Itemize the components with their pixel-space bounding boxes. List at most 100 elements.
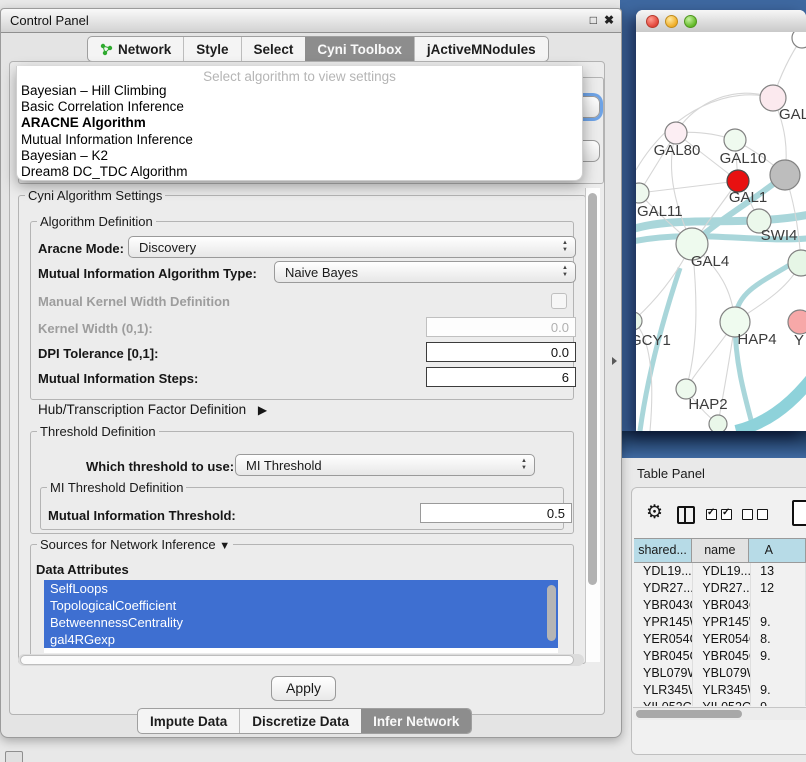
network-view-window[interactable]: GALGAL80GAL10GAL1GAL11SWI4GAL4GCY1HAP4YH… [636,10,806,431]
table-cell: YDL19... [693,563,751,580]
scrollbar-thumb[interactable] [20,655,574,665]
checked-box-icon [721,509,732,520]
panel-divider-handle[interactable] [612,357,617,365]
node-gcy1[interactable] [636,312,642,330]
node-gal80[interactable] [665,122,687,144]
table-header-row[interactable]: shared...nameA [634,538,806,563]
close-window-icon[interactable]: ✖ [604,13,614,27]
aracne-mode-combobox[interactable]: Discovery ▲▼ [128,236,576,258]
column-visibility-icon[interactable] [677,506,695,524]
column-header-name[interactable]: name [692,539,749,562]
hub-definition-toggle[interactable]: Hub/Transcription Factor Definition ▶ [38,402,267,417]
algorithm-option-bayesian-k2[interactable]: Bayesian – K2 [17,148,582,164]
node-label-swi4: SWI4 [761,227,798,244]
node-gal11[interactable] [636,183,649,203]
mi-threshold-field[interactable] [420,503,572,523]
deselect-all-checkboxes-icon[interactable] [742,509,768,520]
table-cell: YLR345W [693,682,751,699]
scrollbar-thumb[interactable] [636,710,742,718]
aracne-mode-label: Aracne Mode: [38,241,124,256]
collapse-down-icon: ▼ [219,540,230,552]
column-header-a[interactable]: A [749,539,806,562]
mi-type-value: Naive Bayes [285,265,358,280]
network-window-titlebar[interactable] [636,10,806,33]
tab-style[interactable]: Style [183,37,240,61]
tab-network[interactable]: Network [88,37,183,61]
minimize-traffic-light[interactable] [665,15,678,28]
attribute-item-betweennesscentrality[interactable]: BetweennessCentrality [44,614,558,631]
algorithm-placeholder: Select algorithm to view settings [17,66,582,83]
network-canvas[interactable]: GALGAL80GAL10GAL1GAL11SWI4GAL4GCY1HAP4YH… [636,32,806,431]
table-row[interactable]: YBR045CYBR045C9. [634,648,806,665]
settings-vertical-scrollbar[interactable] [585,188,600,662]
data-attributes-label: Data Attributes [36,562,129,577]
table-cell: YPR145W [693,614,751,631]
table-cell: YDR27... [634,580,693,597]
mi-steps-field[interactable] [426,367,576,387]
list-scrollbar-thumb[interactable] [547,585,556,641]
which-threshold-combobox[interactable]: MI Threshold ▲▼ [235,454,535,476]
algorithm-option-bayesian-hill-climbing[interactable]: Bayesian – Hill Climbing [17,83,582,99]
data-attributes-list[interactable]: SelfLoopsTopologicalCoefficientBetweenne… [44,580,558,653]
table-row[interactable]: YLR345WYLR345W9. [634,682,806,699]
tab-impute-data[interactable]: Impute Data [138,709,239,733]
apply-button[interactable]: Apply [271,676,336,701]
gear-icon[interactable]: ⚙ [646,503,663,523]
table-row[interactable]: YPR145WYPR145W9. [634,614,806,631]
mi-type-combobox[interactable]: Naive Bayes ▲▼ [274,261,576,283]
control-panel-titlebar[interactable]: Control Panel □ ✖ [1,9,621,33]
node[interactable] [788,250,806,276]
column-header-shared-[interactable]: shared... [634,539,692,562]
node[interactable] [709,415,727,431]
node-table[interactable]: shared...nameA YDL19...YDL19...13YDR27..… [634,538,806,706]
table-body[interactable]: YDL19...YDL19...13YDR27...YDR27...12YBR0… [634,563,806,706]
algorithm-option-mutual-information-inference[interactable]: Mutual Information Inference [17,132,582,148]
float-window-icon[interactable]: □ [590,13,597,27]
table-row[interactable]: YDR27...YDR27...12 [634,580,806,597]
node-gal10[interactable] [724,129,746,151]
node-label-gcy1: GCY1 [636,332,671,349]
tab-label: Discretize Data [252,714,349,729]
tab-jactivemnodules[interactable]: jActiveMNodules [414,37,548,61]
tab-cyni-toolbox[interactable]: Cyni Toolbox [305,37,414,61]
table-row[interactable]: YBR043CYBR043C [634,597,806,614]
unchecked-box-icon [742,509,753,520]
table-row[interactable]: YBL079WYBL079W [634,665,806,682]
close-traffic-light[interactable] [646,15,659,28]
algorithm-option-aracne-algorithm[interactable]: ARACNE Algorithm [17,115,582,131]
settings-horizontal-scrollbar[interactable] [18,654,584,666]
attribute-item-gal4rgexp[interactable]: gal4RGexp [44,631,558,648]
node[interactable] [792,32,806,48]
attribute-item-selfloops[interactable]: SelfLoops [44,580,558,597]
tab-infer-network[interactable]: Infer Network [361,709,471,733]
control-panel-title: Control Panel [10,13,89,28]
minimized-panel-icon[interactable] [5,751,23,762]
scrollbar-thumb[interactable] [588,193,597,585]
node-label-gal80: GAL80 [654,142,701,159]
table-cell: YER054C [693,631,751,648]
node-label-gal11: GAL11 [637,203,683,220]
tab-select[interactable]: Select [241,37,306,61]
dpi-tolerance-field[interactable] [426,342,576,362]
table-row[interactable]: YDL19...YDL19...13 [634,563,806,580]
kernel-width-field[interactable] [426,317,576,337]
export-table-icon[interactable] [792,500,806,526]
algorithm-option-dream8-dc-tdc-algorithm[interactable]: Dream8 DC_TDC Algorithm [17,164,582,180]
manual-kernel-checkbox[interactable] [551,293,567,309]
attribute-item-topologicalcoefficient[interactable]: TopologicalCoefficient [44,597,558,614]
table-row[interactable]: YIL052CYIL052C9 [634,699,806,706]
node[interactable] [770,160,800,190]
tab-discretize-data[interactable]: Discretize Data [239,709,361,733]
screen: { "icons": { "float": "□", "close": "✖",… [0,0,806,762]
table-row[interactable]: YER054CYER054C8. [634,631,806,648]
select-all-checkboxes-icon[interactable] [706,509,732,520]
tab-label: jActiveMNodules [427,42,536,57]
algorithm-definition-title: Algorithm Definition [37,214,156,229]
table-horizontal-scrollbar[interactable] [633,707,806,720]
algorithm-option-basic-correlation-inference[interactable]: Basic Correlation Inference [17,99,582,115]
node-y[interactable] [788,310,806,334]
tab-label: Cyni Toolbox [317,42,402,57]
zoom-traffic-light[interactable] [684,15,697,28]
table-cell [751,597,806,614]
sources-title[interactable]: Sources for Network Inference ▼ [37,537,233,552]
